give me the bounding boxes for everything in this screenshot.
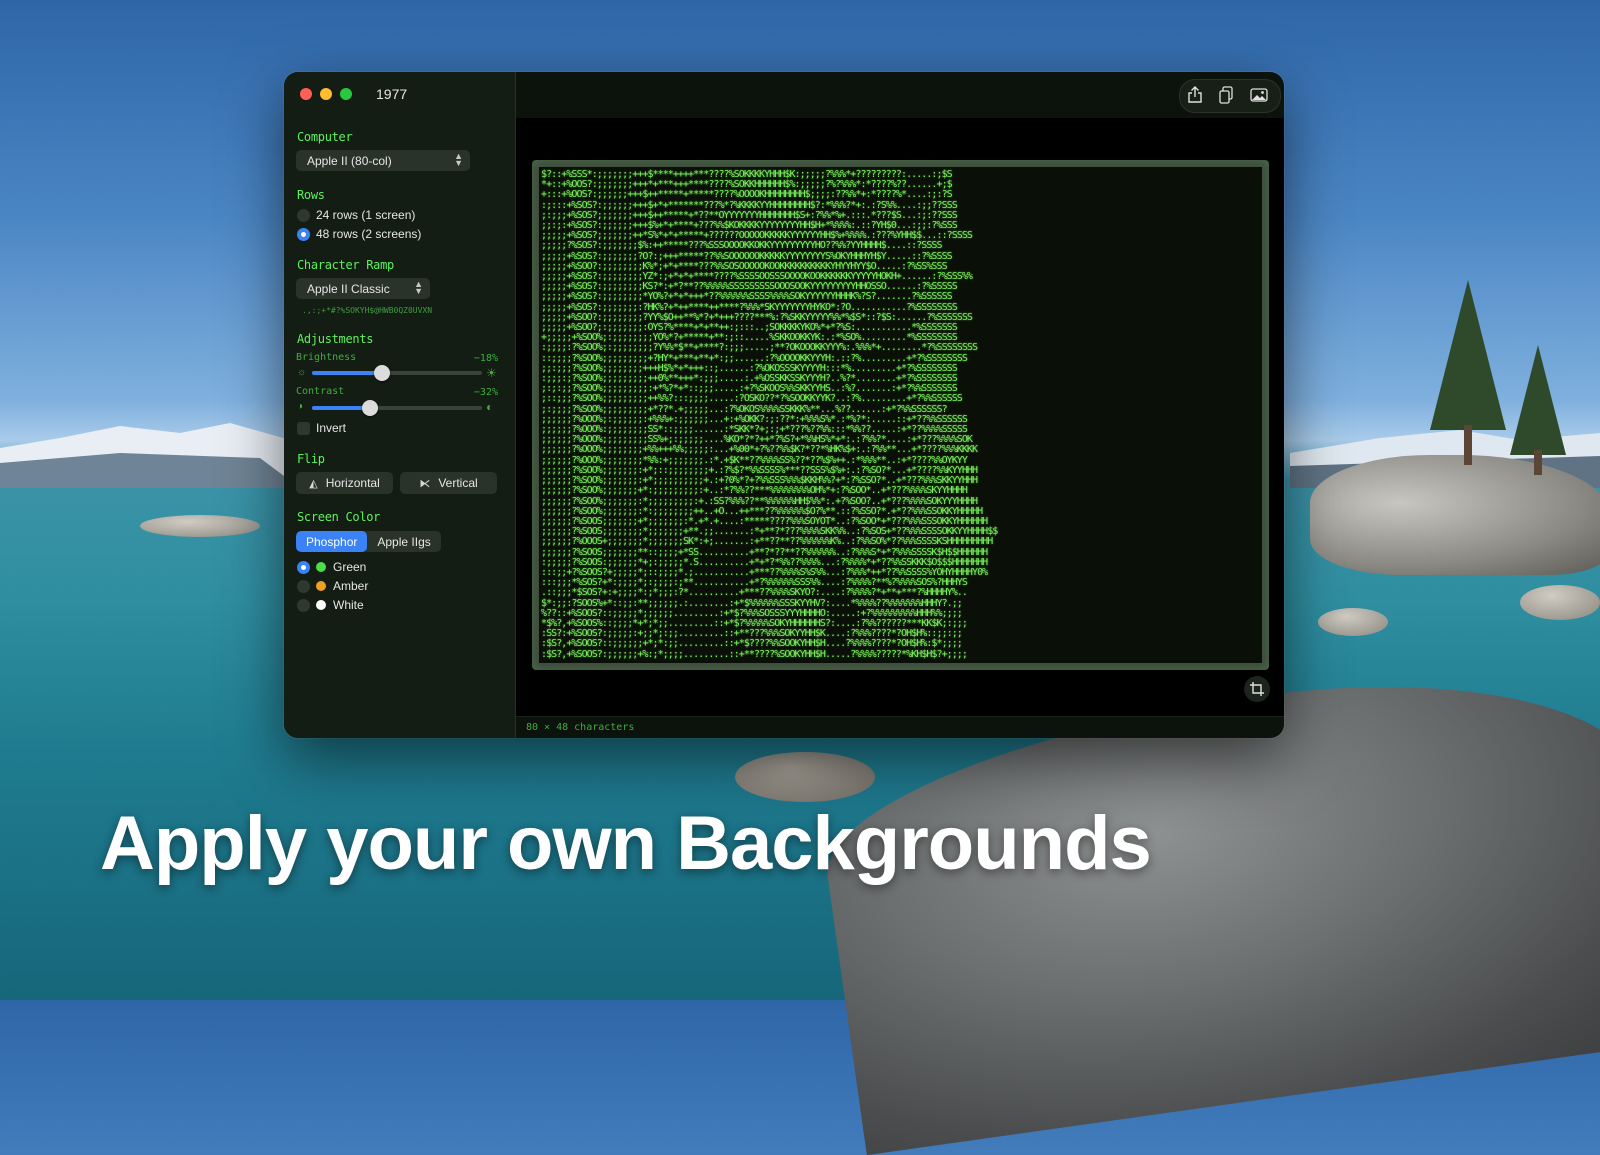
flip-horizontal-label: Horizontal [325, 476, 380, 490]
sun-bright-icon: ☀ [486, 366, 497, 380]
small-rock [1520, 585, 1600, 620]
tab-phosphor[interactable]: Phosphor [296, 531, 368, 552]
zoom-window-button[interactable] [340, 88, 352, 100]
minimize-window-button[interactable] [320, 88, 332, 100]
pine-trunk [1464, 425, 1472, 465]
flip-vertical-label: Vertical [438, 476, 478, 490]
copy-button[interactable] [1213, 84, 1239, 106]
copy-icon [1219, 86, 1233, 104]
amber-swatch-icon [316, 581, 326, 591]
brightness-slider-knob[interactable] [373, 365, 390, 381]
brightness-label: Brightness [296, 352, 357, 363]
screen-color-tabs: Phosphor Apple IIgs [296, 531, 441, 552]
flip-heading: Flip [297, 452, 325, 466]
contrast-value: −32% [473, 387, 498, 398]
contrast-label: Contrast [296, 386, 345, 397]
adjustments-heading: Adjustments [297, 332, 374, 346]
pine-tree [1430, 280, 1506, 430]
green-swatch-icon [316, 562, 326, 572]
water-rock [735, 752, 875, 802]
sidebar: 1977 Computer Apple II (80-col) ▲ ▼ Rows … [284, 72, 516, 738]
rows-option-label: 24 rows (1 screen) [316, 208, 416, 222]
small-rock [140, 515, 260, 537]
rows-option-label: 48 rows (2 screens) [316, 227, 422, 241]
flip-vertical-icon: ⧔ [419, 477, 431, 490]
close-window-button[interactable] [300, 88, 312, 100]
status-bar: 80 × 48 characters [516, 716, 1284, 738]
color-option-amber[interactable]: Amber [297, 579, 368, 593]
share-icon [1188, 86, 1202, 103]
screen-color-heading: Screen Color [297, 510, 381, 524]
flip-vertical-button[interactable]: ⧔ Vertical [400, 472, 497, 494]
crop-icon [1250, 682, 1264, 696]
radio-button-selected[interactable] [297, 560, 310, 574]
crt-monitor-frame: $?::+%SSS*:;;;;;;;+++$****++++***????%SO… [532, 160, 1269, 670]
share-button[interactable] [1182, 84, 1208, 106]
tab-apple-iigs[interactable]: Apple IIgs [367, 531, 440, 552]
rows-heading: Rows [297, 188, 325, 202]
contrast-slider-knob[interactable] [361, 400, 378, 416]
flip-horizontal-button[interactable]: ◭ Horizontal [296, 472, 393, 494]
crop-button[interactable] [1244, 676, 1270, 702]
computer-select-value: Apple II (80-col) [307, 153, 392, 168]
brightness-slider-fill [312, 371, 382, 375]
color-option-label: Amber [333, 579, 369, 593]
brightness-value: −18% [473, 353, 498, 364]
pine-trunk [1534, 450, 1542, 475]
app-window: 1977 Computer Apple II (80-col) ▲ ▼ Rows … [284, 72, 1284, 738]
character-ramp-heading: Character Ramp [297, 258, 394, 272]
computer-heading: Computer [297, 130, 353, 144]
contrast-slider[interactable] [312, 400, 482, 416]
computer-select[interactable]: Apple II (80-col) ▲ ▼ [296, 150, 470, 171]
character-ramp-value: Apple II Classic [307, 281, 390, 296]
contrast-low-icon: ◑ [297, 401, 304, 412]
promo-headline: Apply your own Backgrounds [100, 801, 1152, 886]
invert-label: Invert [316, 421, 347, 435]
small-rock [1318, 608, 1388, 636]
chevron-updown-icon: ▲ ▼ [414, 279, 423, 296]
brightness-slider[interactable] [312, 365, 482, 381]
white-swatch-icon [316, 600, 326, 610]
sun-dim-icon: ☼ [297, 367, 307, 378]
background-image-button[interactable] [1246, 84, 1272, 106]
color-option-white[interactable]: White [297, 598, 364, 612]
radio-button-selected[interactable] [297, 227, 310, 241]
ascii-screen[interactable]: $?::+%SSS*:;;;;;;;+++$****++++***????%SO… [539, 167, 1262, 663]
color-option-label: White [333, 598, 364, 612]
ascii-art-output: $?::+%SSS*:;;;;;;;+++$****++++***????%SO… [541, 169, 998, 660]
color-option-green[interactable]: Green [297, 560, 366, 574]
character-count: 80 × 48 characters [526, 722, 635, 733]
pine-tree [1510, 345, 1566, 455]
radio-button[interactable] [297, 208, 310, 222]
window-title: 1977 [376, 86, 408, 102]
rows-option-48[interactable]: 48 rows (2 screens) [297, 227, 421, 241]
rows-option-24[interactable]: 24 rows (1 screen) [297, 208, 415, 222]
shore-rocks [1310, 455, 1600, 575]
flip-horizontal-icon: ◭ [309, 477, 318, 490]
ramp-preview: .,:;+*#?%SOKYH$@HWB0QZ0UVXN [302, 306, 433, 315]
invert-checkbox[interactable] [297, 421, 310, 435]
color-option-label: Green [333, 560, 367, 574]
invert-checkbox-row[interactable]: Invert [297, 421, 346, 435]
radio-button[interactable] [297, 579, 310, 593]
radio-button[interactable] [297, 598, 310, 612]
image-icon [1250, 88, 1268, 102]
chevron-updown-icon: ▲ ▼ [454, 151, 463, 168]
character-ramp-select[interactable]: Apple II Classic ▲ ▼ [296, 278, 430, 299]
contrast-high-icon: ◐ [486, 400, 494, 414]
